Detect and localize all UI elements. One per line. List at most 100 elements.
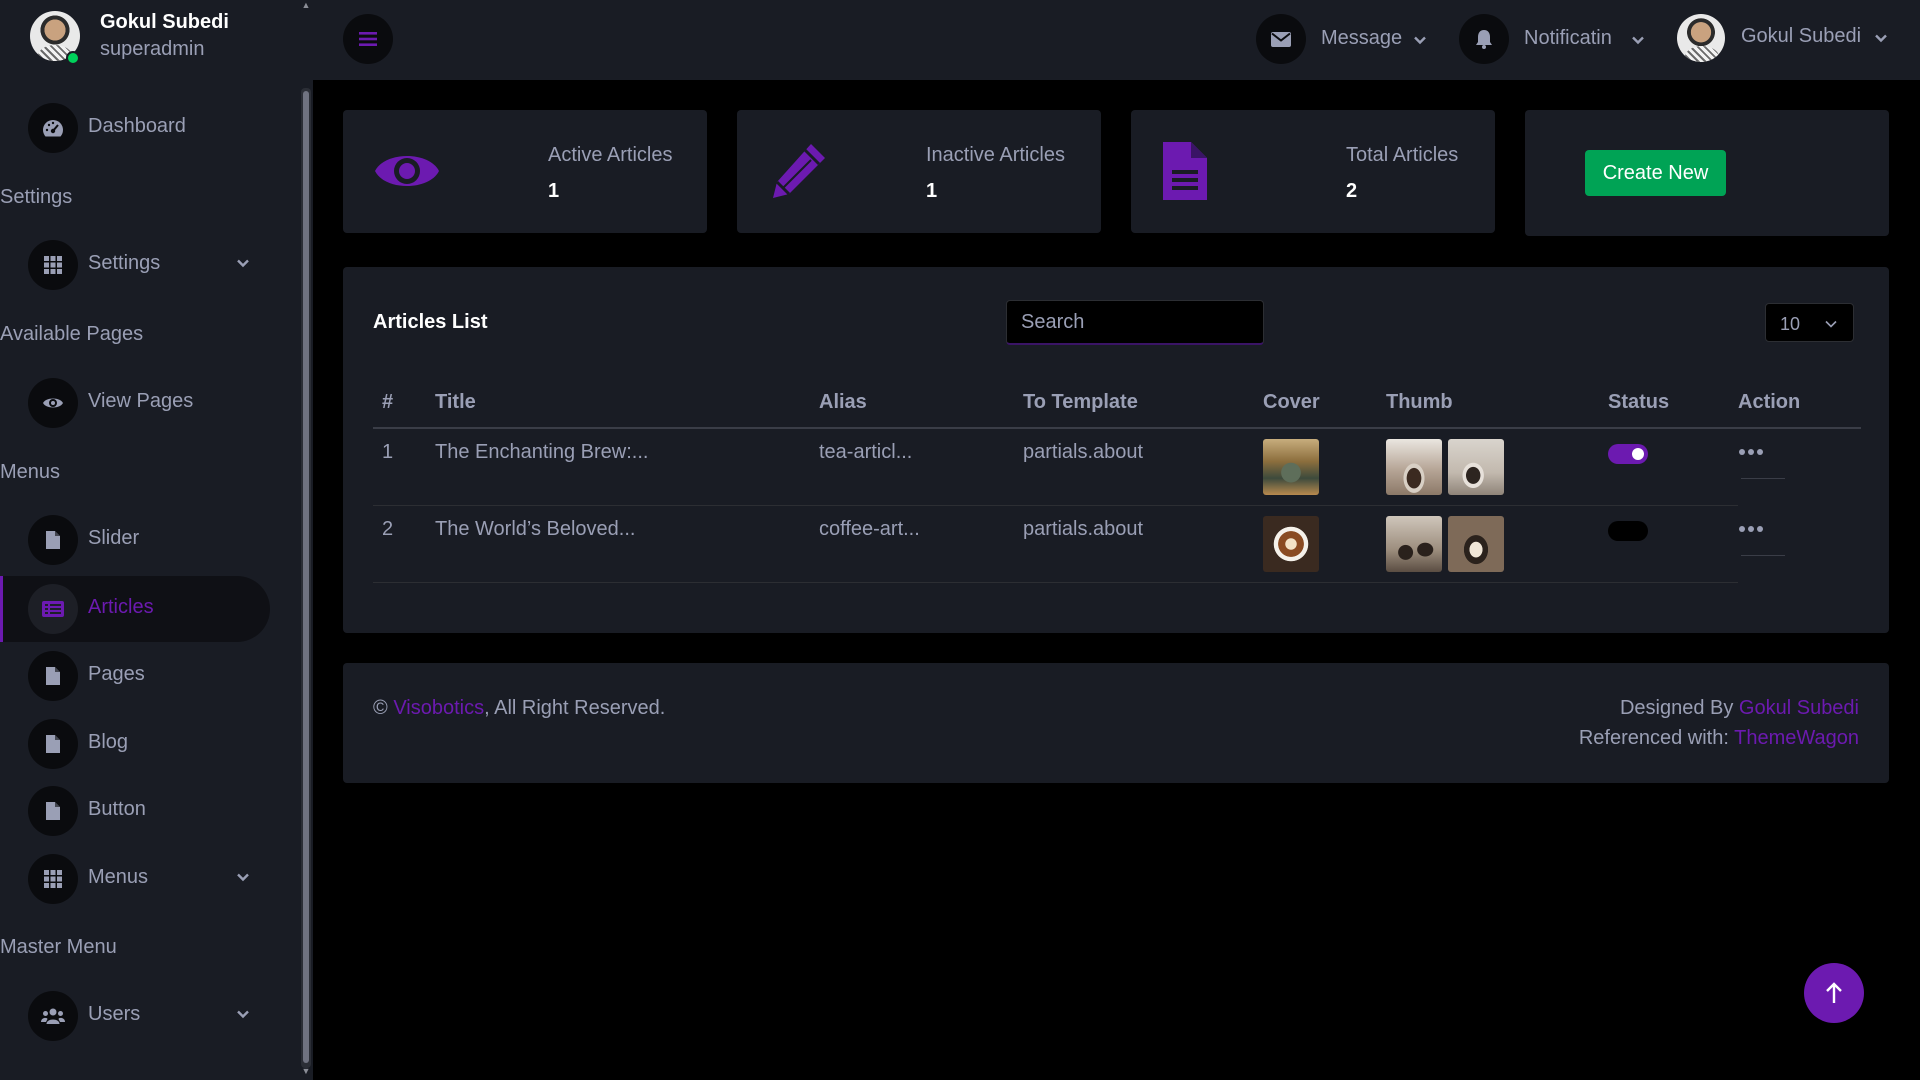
more-actions-icon[interactable] — [1738, 447, 1764, 457]
column-header-cover: Cover — [1263, 391, 1320, 413]
document-icon — [1163, 142, 1207, 200]
row-title[interactable]: The World’s Beloved... — [435, 518, 635, 541]
action-divider — [1741, 478, 1785, 479]
table-header-divider — [373, 427, 1861, 429]
sidebar-item-pages[interactable]: Pages — [0, 643, 270, 709]
scrollbar-thumb[interactable] — [303, 91, 309, 1063]
arrow-up-icon — [1826, 982, 1842, 1003]
sidebar-item-label: Articles — [88, 596, 154, 618]
column-header-template[interactable]: To Template — [1023, 391, 1138, 414]
brand-link[interactable]: Visobotics — [393, 697, 484, 719]
chevron-down-icon[interactable] — [1631, 33, 1645, 47]
back-to-top-button[interactable] — [1804, 963, 1864, 1023]
designer-link[interactable]: Gokul Subedi — [1739, 697, 1859, 719]
rights-text: , All Right Reserved. — [484, 697, 666, 719]
footer: © Visobotics, All Right Reserved. Design… — [343, 663, 1889, 783]
profile-role: superadmin — [100, 38, 205, 60]
bell-icon[interactable] — [1459, 14, 1509, 64]
row-template: partials.about — [1023, 518, 1144, 540]
online-status-dot — [66, 51, 80, 65]
avatar[interactable] — [1677, 14, 1725, 62]
hamburger-icon[interactable] — [343, 14, 393, 64]
stat-card-inactive: Inactive Articles 1 — [737, 110, 1101, 233]
thumb-image[interactable] — [1386, 516, 1442, 572]
sidebar-item-articles[interactable]: Articles — [0, 576, 270, 642]
footer-copyright: © Visobotics, All Right Reserved. — [373, 697, 665, 720]
eye-icon — [375, 156, 439, 186]
articles-list-title: Articles List — [373, 311, 488, 333]
column-header-title[interactable]: Title — [435, 391, 476, 414]
cover-image[interactable] — [1263, 439, 1319, 495]
row-number: 2 — [382, 518, 394, 540]
profile-name: Gokul Subedi — [100, 11, 229, 33]
sidebar-item-slider[interactable]: Slider — [0, 507, 270, 573]
sidebar-section-settings: Settings — [0, 186, 73, 208]
sidebar-item-view-pages[interactable]: View Pages — [0, 370, 270, 436]
stat-value: 2 — [1346, 180, 1358, 202]
file-icon — [28, 515, 78, 565]
stat-value: 1 — [926, 180, 938, 202]
sidebar-item-blog[interactable]: Blog — [0, 711, 270, 777]
sidebar-item-settings[interactable]: Settings — [0, 232, 270, 298]
create-card: Create New — [1525, 110, 1889, 236]
sidebar-section-menus: Menus — [0, 461, 61, 483]
sidebar-item-label: Pages — [88, 663, 145, 685]
file-icon — [28, 786, 78, 836]
chevron-down-icon — [237, 259, 249, 268]
search-input[interactable] — [1006, 300, 1264, 345]
eye-icon — [28, 378, 78, 428]
stat-card-total: Total Articles 2 — [1131, 110, 1495, 233]
sidebar-item-label: Users — [88, 1003, 141, 1025]
sidebar-profile[interactable]: Gokul Subedi superadmin — [0, 0, 305, 80]
envelope-icon[interactable] — [1256, 14, 1306, 64]
per-page-select[interactable]: 10 — [1765, 303, 1854, 342]
cover-image[interactable] — [1263, 516, 1319, 572]
users-icon — [28, 991, 78, 1041]
scroll-down-arrow-icon[interactable]: ▼ — [300, 1066, 312, 1076]
row-divider — [373, 582, 1738, 583]
thumb-image[interactable] — [1386, 439, 1442, 495]
column-header-thumb: Thumb — [1386, 391, 1453, 413]
thumb-image[interactable] — [1448, 439, 1504, 495]
message-dropdown[interactable]: Message — [1321, 27, 1402, 50]
sidebar-item-label: Menus — [88, 866, 149, 888]
user-dropdown[interactable]: Gokul Subedi — [1741, 25, 1861, 48]
sidebar-item-label: Button — [88, 798, 146, 820]
stat-title: Active Articles — [548, 144, 673, 166]
chevron-down-icon[interactable] — [1874, 31, 1888, 45]
stat-value: 1 — [548, 180, 560, 202]
sidebar-section-pages: Available Pages — [0, 323, 144, 345]
row-title[interactable]: The Enchanting Brew:... — [435, 441, 648, 464]
articles-list-card: Articles List 10 # Title Alias To Templa… — [343, 267, 1889, 633]
status-toggle[interactable] — [1608, 444, 1648, 464]
row-divider — [373, 505, 1738, 506]
chevron-down-icon[interactable] — [1413, 33, 1427, 47]
chevron-down-icon — [237, 1010, 249, 1019]
column-header-status[interactable]: Status — [1608, 391, 1669, 414]
reference-link[interactable]: ThemeWagon — [1734, 727, 1859, 749]
speedometer-icon — [28, 103, 78, 153]
more-actions-icon[interactable] — [1738, 524, 1764, 534]
file-icon — [28, 719, 78, 769]
create-new-button[interactable]: Create New — [1585, 150, 1726, 196]
grid-icon — [28, 240, 78, 290]
stat-title: Total Articles — [1346, 144, 1459, 166]
sidebar: Gokul Subedi superadmin ▲ ▼ Dashboard Se… — [0, 0, 313, 1080]
row-number: 1 — [382, 441, 394, 463]
sidebar-item-dashboard[interactable]: Dashboard — [0, 95, 270, 161]
scroll-up-arrow-icon[interactable]: ▲ — [300, 0, 312, 10]
thumb-image[interactable] — [1448, 516, 1504, 572]
copyright-symbol: © — [373, 697, 388, 719]
status-toggle[interactable] — [1608, 521, 1648, 541]
referenced-text: Referenced with: — [1578, 727, 1729, 749]
stat-title: Inactive Articles — [926, 144, 1065, 166]
sidebar-item-button[interactable]: Button — [0, 778, 270, 844]
notification-dropdown[interactable]: Notificatin — [1524, 27, 1612, 50]
footer-referenced: Referenced with: ThemeWagon — [1579, 727, 1859, 750]
chevron-down-icon — [1825, 320, 1837, 328]
sidebar-item-users[interactable]: Users — [0, 983, 270, 1049]
sidebar-scrollbar[interactable] — [301, 88, 311, 1068]
row-template: partials.about — [1023, 441, 1144, 463]
column-header-alias[interactable]: Alias — [819, 391, 867, 414]
sidebar-item-menus[interactable]: Menus — [0, 846, 270, 912]
